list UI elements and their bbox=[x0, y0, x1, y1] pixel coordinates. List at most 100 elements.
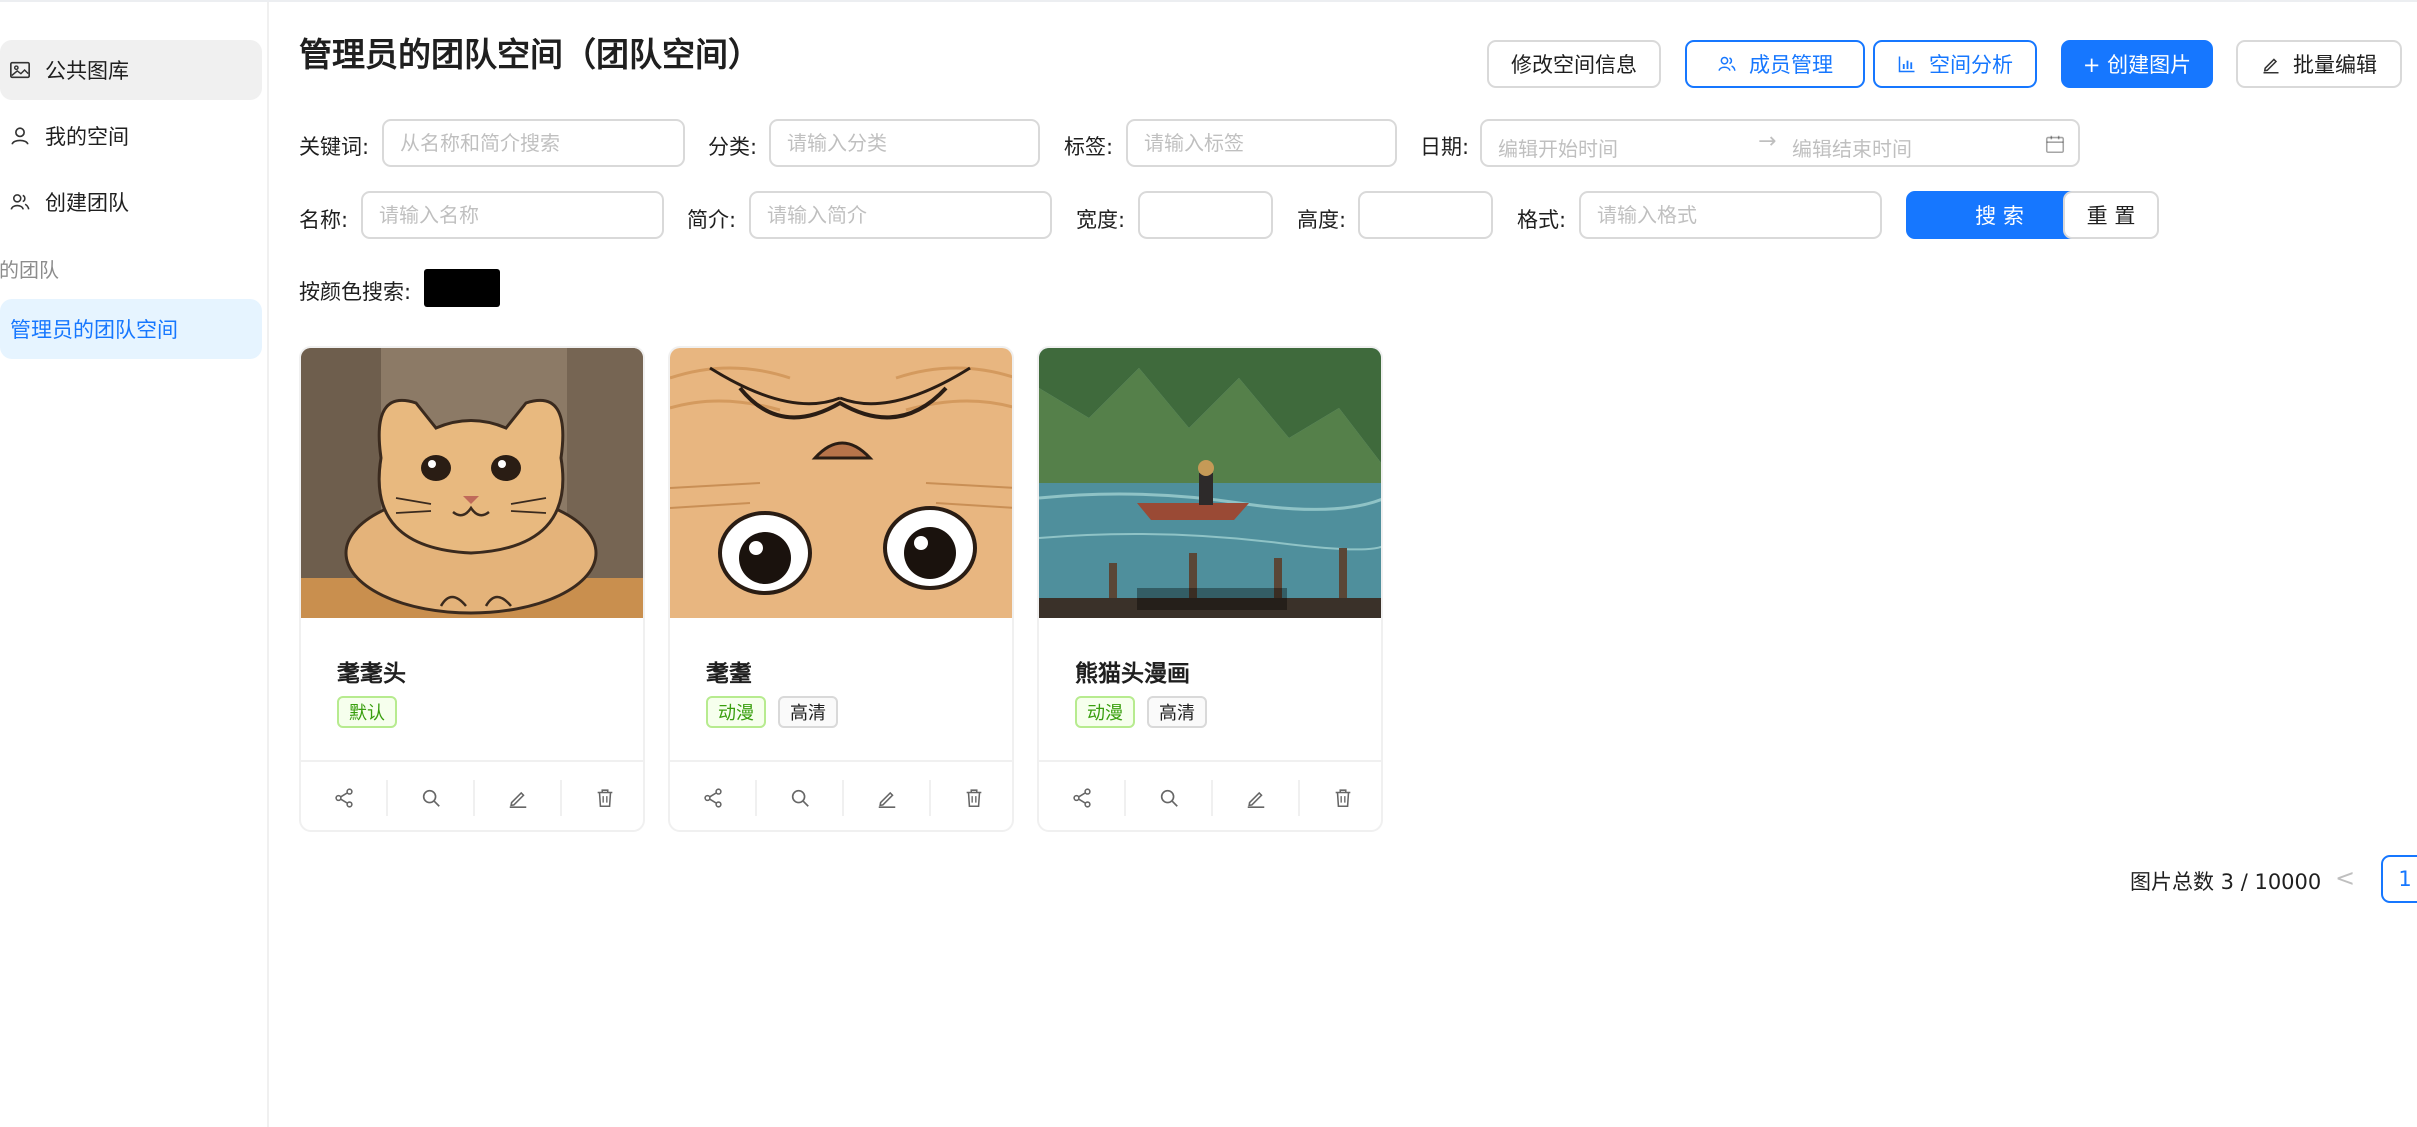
width-label: 宽度: bbox=[1076, 208, 1126, 232]
edit-button[interactable] bbox=[1213, 780, 1300, 816]
tag: 默认 bbox=[337, 696, 397, 728]
keyword-input[interactable] bbox=[382, 119, 685, 167]
tag-list: 动漫 高清 bbox=[706, 696, 838, 728]
card-actions bbox=[1039, 760, 1381, 830]
tag: 高清 bbox=[778, 696, 838, 728]
pagination-total: 图片总数 3 / 10000 bbox=[2130, 870, 2322, 894]
space-analysis-label: 空间分析 bbox=[1929, 53, 2013, 77]
date-start-placeholder[interactable]: 编辑开始时间 bbox=[1498, 133, 1618, 162]
reset-button-label: 重 置 bbox=[2086, 204, 2136, 228]
edit-button[interactable] bbox=[844, 780, 931, 816]
tag-list: 默认 bbox=[337, 696, 397, 728]
edit-space-label: 修改空间信息 bbox=[1511, 53, 1637, 77]
user-icon bbox=[11, 127, 29, 145]
sidebar-item-label: 管理员的团队空间 bbox=[10, 318, 178, 342]
team-icon bbox=[1718, 56, 1736, 71]
tag: 高清 bbox=[1147, 696, 1207, 728]
view-button[interactable] bbox=[757, 780, 844, 816]
top-divider bbox=[0, 0, 2417, 2]
share-button[interactable] bbox=[1039, 780, 1126, 816]
picture-cover[interactable] bbox=[301, 348, 643, 618]
name-label: 名称: bbox=[299, 208, 349, 232]
delete-button[interactable] bbox=[1300, 780, 1381, 816]
picture-title: 耄耄头 bbox=[337, 661, 406, 687]
picture-icon bbox=[10, 61, 30, 79]
team-icon bbox=[10, 194, 30, 210]
category-input[interactable] bbox=[769, 119, 1040, 167]
sidebar-item-public-gallery[interactable]: 公共图库 bbox=[0, 40, 262, 100]
date-end-placeholder[interactable]: 编辑结束时间 bbox=[1792, 133, 1912, 162]
share-button[interactable] bbox=[301, 780, 388, 816]
format-label: 格式: bbox=[1517, 208, 1567, 232]
edit-button[interactable] bbox=[475, 780, 562, 816]
height-label: 高度: bbox=[1297, 208, 1347, 232]
share-icon bbox=[1072, 788, 1091, 808]
search-button-label: 搜 索 bbox=[1975, 204, 2024, 228]
width-input[interactable] bbox=[1138, 191, 1273, 239]
delete-button[interactable] bbox=[931, 780, 1012, 816]
card-actions bbox=[670, 760, 1012, 830]
edit-space-button[interactable]: 修改空间信息 bbox=[1487, 40, 1661, 88]
date-label: 日期: bbox=[1420, 135, 1470, 159]
tag-list: 动漫 高清 bbox=[1075, 696, 1207, 728]
create-picture-label: + 创建图片 bbox=[2082, 53, 2192, 77]
picture-card[interactable]: 耄耋 动漫 高清 bbox=[668, 346, 1014, 832]
sidebar-item-label: 创建团队 bbox=[45, 191, 129, 215]
delete-icon bbox=[1335, 789, 1350, 808]
picture-title: 耄耋 bbox=[706, 661, 752, 687]
cat-closeup-illustration bbox=[670, 348, 1012, 618]
tags-label: 标签: bbox=[1064, 135, 1114, 159]
share-button[interactable] bbox=[670, 780, 757, 816]
cat-head-illustration bbox=[301, 348, 643, 618]
sidebar: 公共图库 我的空间 创建团队 我的团队 管理员的团队空间 bbox=[0, 2, 269, 1127]
height-input[interactable] bbox=[1358, 191, 1493, 239]
name-input[interactable] bbox=[361, 191, 664, 239]
intro-label: 简介: bbox=[687, 208, 737, 232]
delete-icon bbox=[966, 789, 981, 808]
edit-icon bbox=[878, 791, 895, 808]
edit-icon bbox=[2263, 58, 2279, 74]
create-picture-button[interactable]: + 创建图片 bbox=[2061, 40, 2213, 88]
picture-card[interactable]: 熊猫头漫画 动漫 高清 bbox=[1037, 346, 1383, 832]
delete-button[interactable] bbox=[562, 780, 643, 816]
picture-cover[interactable] bbox=[1039, 348, 1381, 618]
space-analysis-button[interactable]: 空间分析 bbox=[1873, 40, 2037, 88]
sidebar-item-label: 我的空间 bbox=[45, 125, 129, 149]
date-range-picker[interactable]: 编辑开始时间 → 编辑结束时间 bbox=[1480, 119, 2080, 167]
color-search-label: 按颜色搜索: bbox=[299, 280, 412, 304]
keyword-label: 关键词: bbox=[299, 135, 370, 159]
delete-icon bbox=[597, 789, 612, 808]
sidebar-item-team-space[interactable]: 管理员的团队空间 bbox=[0, 299, 262, 359]
search-icon bbox=[1160, 789, 1178, 807]
tag: 动漫 bbox=[706, 696, 766, 728]
view-button[interactable] bbox=[388, 780, 475, 816]
member-manage-button[interactable]: 成员管理 bbox=[1685, 40, 1865, 88]
view-button[interactable] bbox=[1126, 780, 1213, 816]
prev-page-button[interactable]: < bbox=[2330, 860, 2360, 896]
page-item-1[interactable]: 1 bbox=[2381, 855, 2417, 903]
search-icon bbox=[422, 789, 440, 807]
member-manage-label: 成员管理 bbox=[1749, 53, 1833, 77]
bar-chart-icon bbox=[1898, 56, 1915, 73]
range-arrow-icon: → bbox=[1758, 129, 1777, 154]
card-actions bbox=[301, 760, 643, 830]
picture-cover[interactable] bbox=[670, 348, 1012, 618]
tag: 动漫 bbox=[1075, 696, 1135, 728]
share-icon bbox=[334, 788, 353, 808]
search-icon bbox=[791, 789, 809, 807]
sidebar-item-my-space[interactable]: 我的空间 bbox=[0, 106, 262, 166]
batch-edit-button[interactable]: 批量编辑 bbox=[2236, 40, 2402, 88]
format-input[interactable] bbox=[1579, 191, 1882, 239]
lake-boat-illustration bbox=[1039, 348, 1381, 618]
color-picker[interactable] bbox=[424, 269, 500, 307]
share-icon bbox=[703, 788, 722, 808]
batch-edit-label: 批量编辑 bbox=[2293, 53, 2377, 77]
tags-input[interactable] bbox=[1126, 119, 1397, 167]
reset-button[interactable]: 重 置 bbox=[2063, 191, 2159, 239]
page-title: 管理员的团队空间（团队空间） bbox=[299, 35, 761, 74]
calendar-icon bbox=[2045, 135, 2065, 154]
sidebar-item-create-team[interactable]: 创建团队 bbox=[0, 172, 262, 232]
intro-input[interactable] bbox=[749, 191, 1052, 239]
edit-icon bbox=[509, 791, 526, 808]
picture-card[interactable]: 耄耄头 默认 bbox=[299, 346, 645, 832]
